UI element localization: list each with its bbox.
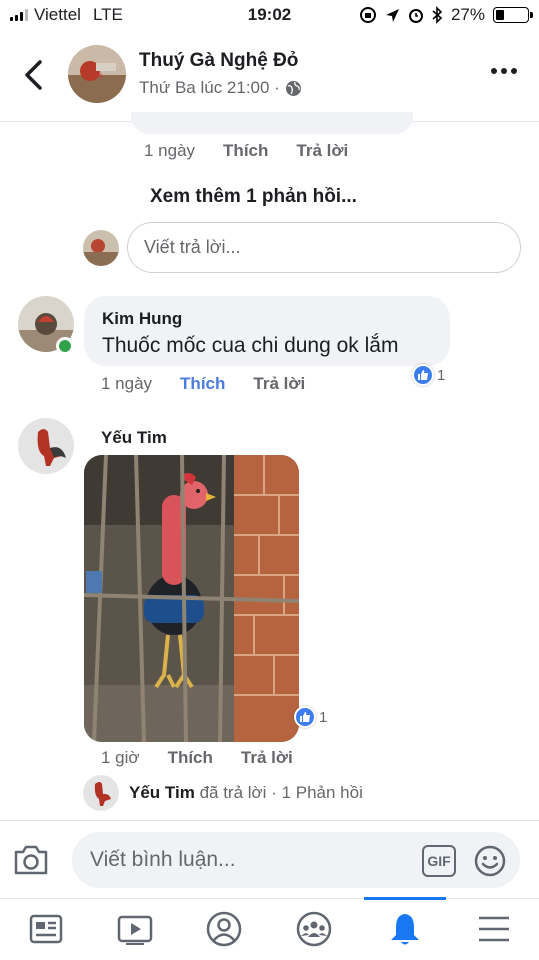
replies-summary[interactable]: Yếu Tim đã trả lời · 1 Phản hồi — [83, 775, 363, 811]
bell-icon — [391, 914, 419, 945]
my-avatar — [83, 230, 119, 266]
like-icon — [294, 706, 316, 728]
emoji-icon[interactable] — [474, 845, 506, 877]
comment-actions: 1 giờ Thích Trả lời — [101, 748, 293, 768]
comment-time: 1 giờ — [101, 748, 140, 767]
commenter-avatar[interactable] — [18, 418, 74, 474]
feed-icon — [29, 914, 63, 944]
comment-bubble[interactable]: Kim Hung Thuốc mốc cua chi dung ok lắm — [84, 296, 450, 366]
poster-name[interactable]: Thuý Gà Nghệ Đỏ — [139, 50, 298, 72]
replier-avatar — [83, 775, 119, 811]
camera-icon[interactable] — [13, 843, 49, 877]
reply-link[interactable]: Trả lời — [253, 374, 305, 394]
see-more-replies-link[interactable]: Xem thêm 1 phản hồi... — [150, 186, 357, 208]
like-link[interactable]: Thích — [168, 748, 213, 768]
comment-author[interactable]: Yếu Tim — [101, 428, 167, 448]
online-status-dot — [56, 337, 74, 355]
more-options-button[interactable] — [491, 68, 517, 74]
menu-icon — [479, 916, 509, 942]
like-link[interactable]: Thích — [180, 374, 225, 394]
bottom-tab-bar — [0, 897, 539, 960]
comment-text: Thuốc mốc cua chi dung ok lắm — [102, 334, 399, 357]
comment-actions: 1 ngày Thích Trả lời — [101, 374, 305, 394]
comment-time: 1 ngày — [101, 374, 153, 393]
poster-avatar[interactable]: 09 — [68, 45, 126, 103]
active-tab-indicator — [364, 897, 446, 900]
tab-notifications[interactable] — [385, 911, 425, 947]
bluetooth-icon — [432, 6, 443, 24]
tab-watch[interactable] — [115, 911, 155, 947]
gif-button[interactable]: GIF — [422, 845, 456, 877]
reaction-count: 1 — [437, 366, 446, 384]
reply-count: 1 Phản hồi — [281, 783, 363, 802]
globe-icon — [285, 80, 301, 96]
previous-comment-actions: 1 ngày Thích Trả lời — [144, 141, 348, 161]
screen-lock-icon — [359, 7, 376, 23]
like-link[interactable]: Thích — [223, 141, 268, 161]
replied-action: đã trả lời · — [199, 783, 277, 802]
timestamp-text: Thứ Ba lúc 21:00 · — [139, 78, 280, 97]
location-icon — [385, 8, 399, 22]
comment-time: 1 ngày — [144, 141, 196, 160]
svg-text:09: 09 — [95, 73, 103, 80]
battery-percent: 27% — [450, 5, 485, 24]
back-button[interactable] — [22, 58, 46, 92]
video-icon — [117, 915, 153, 945]
alarm-icon — [408, 9, 423, 23]
reaction-badge[interactable]: 1 — [294, 706, 327, 728]
groups-icon — [296, 911, 332, 947]
tab-profile[interactable] — [204, 911, 244, 947]
like-icon — [412, 364, 434, 386]
post-timestamp: Thứ Ba lúc 21:00 · — [139, 78, 302, 98]
comment-composer: Viết bình luận... GIF — [0, 820, 539, 898]
comment-author[interactable]: Kim Hung — [102, 309, 182, 329]
profile-icon — [206, 911, 242, 947]
reply-link[interactable]: Trả lời — [241, 748, 293, 768]
tab-groups[interactable] — [294, 911, 334, 947]
battery-icon — [493, 7, 533, 23]
reply-input[interactable]: Viết trả lời... — [127, 222, 521, 273]
comment-photo[interactable] — [84, 455, 299, 742]
status-bar: Viettel LTE 19:02 27% — [0, 0, 539, 30]
previous-comment-bubble — [131, 112, 413, 134]
replier-name: Yếu Tim — [129, 783, 195, 802]
reply-link[interactable]: Trả lời — [296, 141, 348, 161]
tab-news-feed[interactable] — [26, 911, 66, 947]
reaction-count: 1 — [319, 708, 328, 726]
reaction-badge[interactable]: 1 — [412, 364, 445, 386]
post-header: 09 Thuý Gà Nghệ Đỏ Thứ Ba lúc 21:00 · — [0, 30, 539, 122]
status-icons: 27% — [359, 5, 533, 25]
tab-menu[interactable] — [474, 911, 514, 947]
